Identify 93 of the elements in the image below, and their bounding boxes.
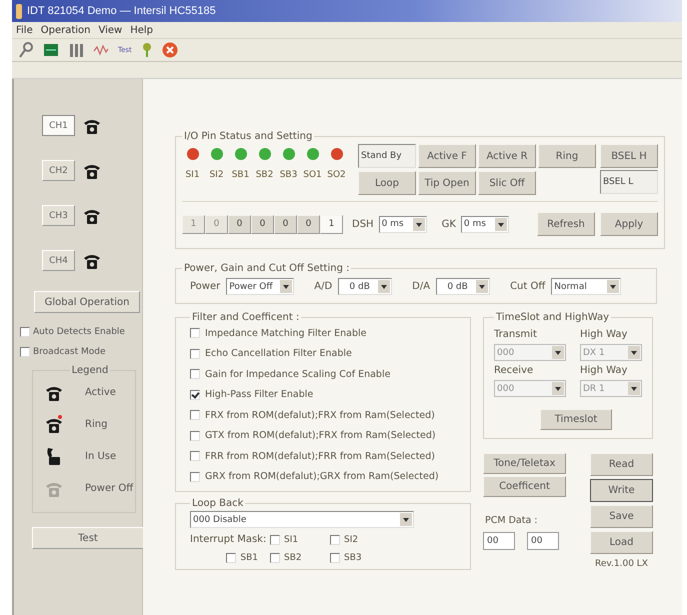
bit-field[interactable]: 0 <box>297 214 320 234</box>
legend-label: Power Off <box>85 482 134 494</box>
bsel-button[interactable]: BSEL H <box>600 144 658 168</box>
dropdown[interactable]: Power Off <box>226 278 294 295</box>
mode-button[interactable]: Ring <box>538 144 596 168</box>
pin-label: SB1 <box>232 170 250 180</box>
field-label: A/D <box>314 281 332 292</box>
dropdown[interactable]: 0 ms <box>378 216 427 232</box>
action-button[interactable]: Read <box>590 453 653 476</box>
field-label: PCM Data : <box>485 515 538 526</box>
mode-button[interactable]: Tip Open <box>418 171 476 195</box>
dropdown[interactable]: Normal <box>551 278 622 295</box>
mode-button[interactable]: Loop <box>358 171 416 195</box>
checkbox-option[interactable]: Echo Cancellation Filter Enable <box>190 344 464 364</box>
checkbox-option[interactable]: Gain for Impedance Scaling Cof Enable <box>190 364 464 384</box>
menu-item[interactable]: Operation <box>40 24 90 36</box>
menu-item[interactable]: View <box>98 24 122 36</box>
checkbox-option[interactable]: Broadcast Mode <box>20 347 142 357</box>
bit-field[interactable]: 1 <box>320 214 343 234</box>
wave-icon[interactable] <box>93 42 109 58</box>
checkbox-option[interactable]: Impedance Matching Filter Enable <box>190 323 464 344</box>
field-label: High Way <box>580 329 628 340</box>
menu-item[interactable]: File <box>16 24 33 36</box>
checkbox-option[interactable]: High-Pass Filter Enable <box>190 384 464 405</box>
pin-label: SI1 <box>185 170 200 180</box>
legend-title: Legend <box>70 365 110 376</box>
bit-field[interactable]: 0 <box>274 214 297 234</box>
dropdown[interactable]: 0 dB <box>338 278 392 295</box>
revision-label: Rev.1.00 LX <box>595 559 648 569</box>
pcm-data-field[interactable]: 00 <box>527 532 559 550</box>
group-title: Power, Gain and Cut Off Setting : <box>183 263 350 274</box>
checkbox-option[interactable]: SI1 <box>270 534 330 545</box>
global-operation-button[interactable]: Global Operation <box>34 291 140 313</box>
dropdown[interactable]: 0 dB <box>436 278 490 295</box>
pin-label: SO1 <box>303 170 322 180</box>
checkbox-option[interactable]: GRX from ROM(defalut);GRX from Ram(Selected) <box>190 466 464 487</box>
bit-field[interactable]: 0 <box>251 214 274 234</box>
legend-label: In Use <box>85 450 116 462</box>
app-icon <box>16 4 22 18</box>
bit-field[interactable]: 0 <box>228 214 251 234</box>
checkbox-option[interactable]: FRX from ROM(defalut);FRX from Ram(Selected) <box>190 405 464 426</box>
action-button[interactable]: Refresh <box>537 212 595 236</box>
action-button[interactable]: Coefficent <box>483 476 566 497</box>
group-title: I/O Pin Status and Setting <box>183 131 314 142</box>
field-label: D/A <box>412 281 430 292</box>
bsel-button[interactable]: BSEL L <box>600 170 658 194</box>
field-label: Interrupt Mask: <box>190 534 268 545</box>
pin-label: SO2 <box>327 170 346 180</box>
field-label: Cut Off <box>510 281 546 292</box>
checkbox-option[interactable]: FRR from ROM(defalut);FRR from Ram(Selected) <box>190 446 464 466</box>
mode-button[interactable]: Stand By <box>358 144 416 168</box>
channel-button[interactable]: CH1 <box>42 115 75 136</box>
channel-button[interactable]: CH4 <box>42 250 75 271</box>
bars-icon[interactable] <box>68 42 84 58</box>
checkbox-option[interactable]: GTX from ROM(defalut);FRX from Ram(Selected) <box>190 426 464 446</box>
field-label: Transmit <box>494 329 538 340</box>
field-label: Receive <box>494 365 534 376</box>
mode-button[interactable]: Slic Off <box>478 171 536 195</box>
checkbox-option[interactable]: SB1 <box>226 553 258 563</box>
monitor-icon[interactable] <box>43 42 59 58</box>
action-button[interactable]: Write <box>590 479 653 502</box>
group-title: TimeSlot and HighWay <box>495 312 610 323</box>
group-title: Filter and Coefficent : <box>191 312 300 323</box>
field-label: GK <box>442 218 456 230</box>
action-button[interactable]: Tone/Teletax <box>483 453 566 474</box>
dropdown[interactable]: 000 Disable <box>190 511 414 528</box>
pin-label: SB3 <box>280 170 298 180</box>
legend-label: Ring <box>85 418 108 430</box>
checkbox-option[interactable]: SI2 <box>330 534 390 545</box>
pin-label: SI2 <box>209 170 224 180</box>
checkbox-option[interactable]: SB3 <box>330 553 390 563</box>
timeslot-button[interactable]: Timeslot <box>540 409 612 430</box>
field-label: DSH <box>352 218 374 230</box>
field-label: High Way <box>580 365 628 376</box>
legend-label: Active <box>85 386 116 398</box>
menu-item[interactable]: Help <box>130 24 154 36</box>
checkbox-option[interactable]: Auto Detects Enable <box>20 327 142 337</box>
field-label: Power <box>190 281 220 292</box>
action-button[interactable]: Apply <box>600 212 658 236</box>
window-title: IDT 821054 Demo — Intersil HC55185 <box>27 5 216 17</box>
test-button[interactable]: Test <box>32 527 144 549</box>
action-button[interactable]: Load <box>590 531 653 554</box>
channel-button[interactable]: CH2 <box>42 160 75 181</box>
mode-button[interactable]: Active R <box>478 144 536 168</box>
group-title: Loop Back <box>191 498 244 509</box>
action-button[interactable]: Save <box>590 505 653 528</box>
checkbox-option[interactable]: SB2 <box>270 553 330 563</box>
pin-label: SB2 <box>256 170 274 180</box>
channel-button[interactable]: CH3 <box>42 205 75 226</box>
close-icon[interactable] <box>162 42 178 58</box>
dropdown[interactable]: 0 ms <box>460 216 509 232</box>
pcm-data-field[interactable]: 00 <box>483 532 515 550</box>
mode-button[interactable]: Active F <box>418 144 476 168</box>
